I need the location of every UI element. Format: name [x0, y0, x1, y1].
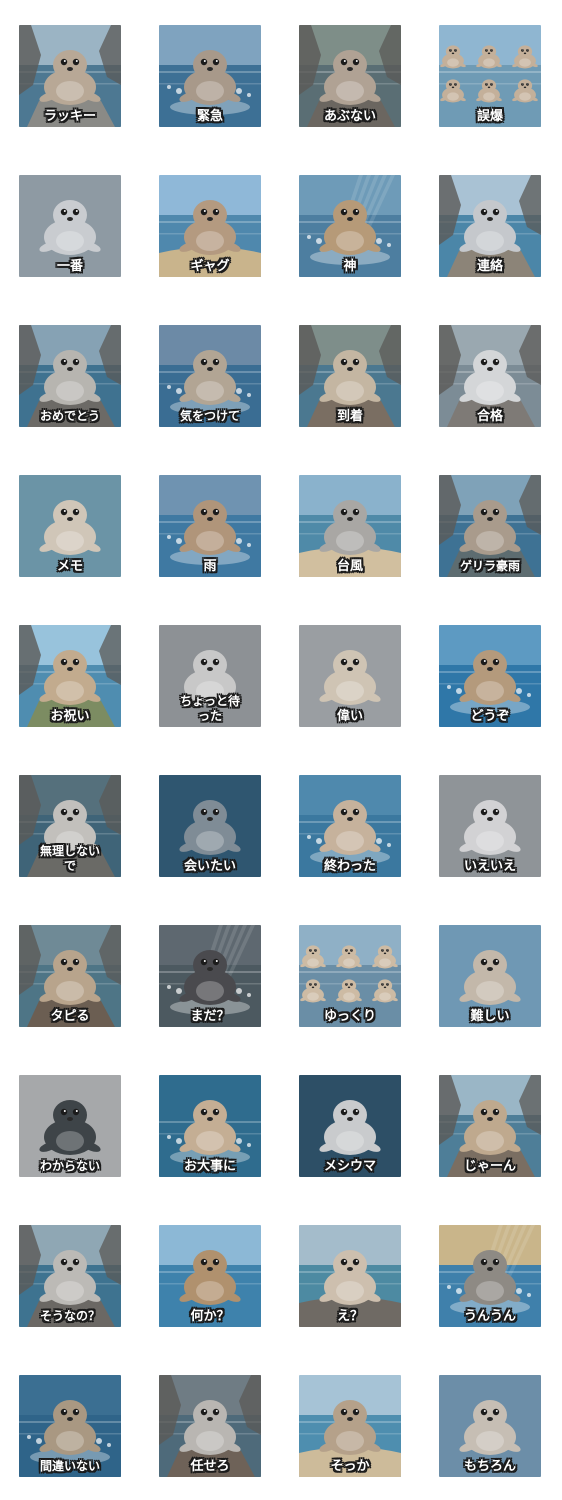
sticker-tile[interactable]: そっか — [299, 1375, 401, 1477]
sticker-tile[interactable]: 一番 — [19, 175, 121, 277]
sticker-caption: 誤爆 — [476, 109, 503, 124]
sticker-tile[interactable]: メシウマ — [299, 1075, 401, 1177]
sticker-tile[interactable]: 緊急 — [159, 25, 261, 127]
sticker-tile[interactable]: 偉い — [299, 625, 401, 727]
sticker-caption: 一番 — [56, 259, 83, 274]
sticker-tile[interactable]: お祝い — [19, 625, 121, 727]
sticker-caption: 何か？ — [190, 1309, 230, 1324]
sticker-caption: 無理しない で — [39, 844, 100, 873]
sticker-tile[interactable]: ラッキー — [19, 25, 121, 127]
sticker-tile[interactable]: 連絡 — [439, 175, 541, 277]
sticker-caption: そっか — [330, 1459, 370, 1474]
sticker-caption: いえいえ — [463, 859, 516, 874]
sticker-tile[interactable]: もちろん — [439, 1375, 541, 1477]
sticker-caption: 雨 — [203, 559, 217, 574]
sticker-caption: ゲリラ豪雨 — [459, 559, 520, 573]
sticker-caption: あぶない — [323, 109, 376, 124]
sticker-caption: 任せろ — [190, 1459, 230, 1474]
sticker-caption: 間違いない — [39, 1459, 100, 1473]
sticker-caption: 終わった — [323, 859, 376, 874]
sticker-tile[interactable]: あぶない — [299, 25, 401, 127]
sticker-caption: ラッキー — [43, 109, 96, 124]
sticker-tile[interactable]: 雨 — [159, 475, 261, 577]
sticker-tile[interactable]: 間違いない — [19, 1375, 121, 1477]
sticker-tile[interactable]: わからない — [19, 1075, 121, 1177]
sticker-tile[interactable]: 何か？ — [159, 1225, 261, 1327]
sticker-caption: うんうん — [463, 1309, 516, 1324]
sticker-caption: 難しい — [470, 1009, 510, 1024]
sticker-tile[interactable]: 到着 — [299, 325, 401, 427]
sticker-tile[interactable]: ギャグ — [159, 175, 261, 277]
sticker-caption: まだ？ — [190, 1009, 230, 1024]
sticker-tile[interactable]: 合格 — [439, 325, 541, 427]
sticker-tile[interactable]: うんうん — [439, 1225, 541, 1327]
sticker-tile[interactable]: え？ — [299, 1225, 401, 1327]
sticker-tile[interactable]: そうなの？ — [19, 1225, 121, 1327]
sticker-caption: もちろん — [463, 1459, 516, 1474]
sticker-tile[interactable]: 終わった — [299, 775, 401, 877]
sticker-tile[interactable]: ゲリラ豪雨 — [439, 475, 541, 577]
sticker-caption: ゆっくり — [323, 1009, 376, 1024]
sticker-caption: お大事に — [183, 1159, 236, 1174]
sticker-tile[interactable]: お大事に — [159, 1075, 261, 1177]
sticker-tile[interactable]: 神 — [299, 175, 401, 277]
sticker-caption: 台風 — [336, 559, 363, 574]
sticker-tile[interactable]: じゃーん — [439, 1075, 541, 1177]
sticker-caption: 偉い — [336, 709, 363, 724]
sticker-caption: お祝い — [50, 709, 90, 724]
sticker-tile[interactable]: 難しい — [439, 925, 541, 1027]
sticker-caption: どうぞ — [470, 709, 510, 724]
sticker-caption: おめでとう — [39, 409, 100, 423]
sticker-caption: メシウマ — [323, 1159, 376, 1174]
sticker-caption: 合格 — [476, 409, 503, 424]
sticker-caption: え？ — [336, 1309, 363, 1324]
sticker-caption: ちょっと待 った — [179, 694, 240, 723]
sticker-grid: ラッキー 緊急 あぶない 誤爆一番 ギャグ 神 連絡おめでとう 気をつけて 到着 合格メモ 雨 台風 ゲ… — [0, 0, 562, 1500]
sticker-caption: 会いたい — [183, 859, 236, 874]
sticker-tile[interactable]: 会いたい — [159, 775, 261, 877]
sticker-caption: 気をつけて — [179, 409, 240, 423]
sticker-tile[interactable]: タピる — [19, 925, 121, 1027]
sticker-tile[interactable]: 無理しない で — [19, 775, 121, 877]
sticker-caption: わからない — [39, 1159, 100, 1173]
sticker-caption: 到着 — [336, 409, 363, 424]
sticker-caption: 連絡 — [476, 259, 503, 274]
sticker-tile[interactable]: まだ？ — [159, 925, 261, 1027]
sticker-tile[interactable]: ゆっくり — [299, 925, 401, 1027]
sticker-tile[interactable]: ちょっと待 った — [159, 625, 261, 727]
sticker-tile[interactable]: 台風 — [299, 475, 401, 577]
sticker-caption: ギャグ — [190, 259, 230, 274]
sticker-caption: メモ — [56, 559, 83, 574]
sticker-tile[interactable]: 誤爆 — [439, 25, 541, 127]
sticker-tile[interactable]: おめでとう — [19, 325, 121, 427]
sticker-tile[interactable]: 任せろ — [159, 1375, 261, 1477]
sticker-caption: そうなの？ — [39, 1309, 100, 1323]
sticker-caption: タピる — [50, 1009, 90, 1024]
sticker-tile[interactable]: どうぞ — [439, 625, 541, 727]
sticker-tile[interactable]: メモ — [19, 475, 121, 577]
sticker-caption: じゃーん — [463, 1159, 516, 1174]
sticker-tile[interactable]: いえいえ — [439, 775, 541, 877]
sticker-caption: 緊急 — [196, 109, 223, 124]
sticker-tile[interactable]: 気をつけて — [159, 325, 261, 427]
sticker-caption: 神 — [343, 259, 357, 274]
